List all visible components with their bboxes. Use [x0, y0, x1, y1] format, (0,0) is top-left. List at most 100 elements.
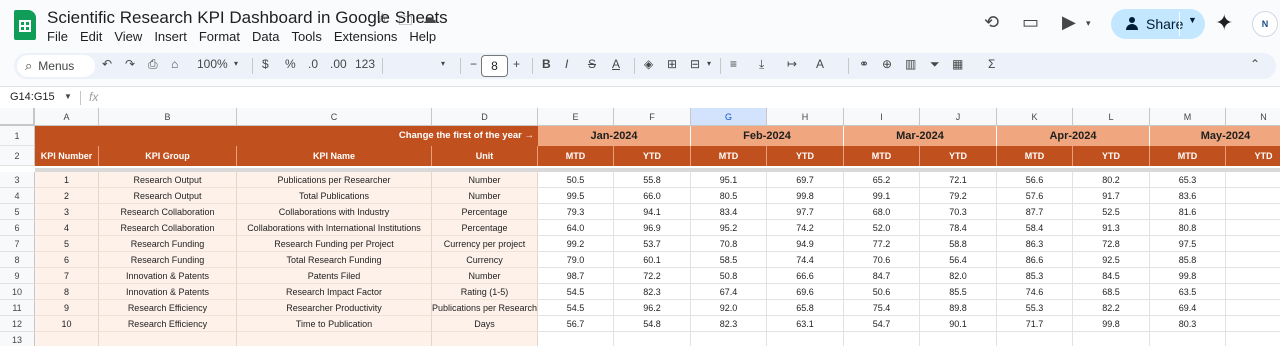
value-cell[interactable]: 57.7: [1226, 268, 1280, 284]
empty-cell[interactable]: [767, 332, 844, 346]
kpi-name-cell[interactable]: Total Publications: [237, 188, 432, 204]
name-box[interactable]: G14:G15: [10, 91, 55, 103]
share-button[interactable]: Share ▼: [1111, 9, 1205, 39]
menu-help[interactable]: Help: [409, 29, 436, 44]
value-cell[interactable]: 80.5: [691, 188, 767, 204]
row-header-7[interactable]: 7: [0, 236, 35, 252]
zoom-caret-icon[interactable]: ▾: [234, 59, 238, 68]
menu-tools[interactable]: Tools: [291, 29, 321, 44]
kpi-group-cell[interactable]: Innovation & Patents: [99, 268, 237, 284]
column-header-a[interactable]: A: [35, 108, 99, 126]
kpi-group-cell[interactable]: Research Collaboration: [99, 220, 237, 236]
menu-file[interactable]: File: [47, 29, 68, 44]
value-cell[interactable]: 56.7: [538, 316, 614, 332]
value-cell[interactable]: 81.6: [1150, 204, 1226, 220]
value-cell[interactable]: 85.5: [920, 284, 997, 300]
menu-edit[interactable]: Edit: [80, 29, 102, 44]
value-cell[interactable]: 90.1: [920, 316, 997, 332]
name-box-caret-icon[interactable]: ▼: [64, 92, 72, 101]
fill-color-icon[interactable]: ◈: [644, 57, 653, 71]
row-header-3[interactable]: 3: [0, 172, 35, 188]
column-header-m[interactable]: M: [1150, 108, 1226, 126]
unit-cell[interactable]: Percentage: [432, 204, 538, 220]
decrease-decimal-button[interactable]: .0: [308, 57, 318, 71]
kpi-name-cell[interactable]: Collaborations with International Instit…: [237, 220, 432, 236]
value-cell[interactable]: 65.2: [844, 172, 920, 188]
value-cell[interactable]: 97.5: [1226, 220, 1280, 236]
share-caret-icon[interactable]: ▼: [1188, 15, 1197, 25]
value-cell[interactable]: 80.2: [1073, 172, 1150, 188]
filter-views-icon[interactable]: ▦: [952, 57, 963, 71]
value-cell[interactable]: 54.7: [844, 316, 920, 332]
kpi-group-cell[interactable]: Research Collaboration: [99, 204, 237, 220]
borders-icon[interactable]: ⊞: [667, 57, 677, 71]
value-cell[interactable]: 72.1: [920, 172, 997, 188]
bold-icon[interactable]: B: [542, 57, 551, 71]
undo-icon[interactable]: ↶: [102, 57, 112, 71]
value-cell[interactable]: 50.5: [538, 172, 614, 188]
value-cell[interactable]: 58.8: [920, 236, 997, 252]
value-cell[interactable]: 70.3: [920, 204, 997, 220]
value-cell[interactable]: 50.6: [844, 284, 920, 300]
row-header-1[interactable]: 1: [0, 126, 35, 146]
value-cell[interactable]: 65.8: [767, 300, 844, 316]
spreadsheet-grid[interactable]: A B C D E F G H I J K L M N 1 2 3 4 5 6 7 8 9 10 11 12 13 Change th…: [0, 108, 1280, 346]
column-header-b[interactable]: B: [99, 108, 237, 126]
zoom-select[interactable]: 100%: [197, 57, 228, 71]
insert-comment-icon[interactable]: ⊕: [882, 57, 892, 71]
value-cell[interactable]: 52.0: [844, 220, 920, 236]
value-cell[interactable]: 70.6: [844, 252, 920, 268]
value-cell[interactable]: 99.8: [767, 188, 844, 204]
merge-caret-icon[interactable]: ▾: [707, 59, 711, 68]
value-cell[interactable]: 50.8: [691, 268, 767, 284]
kpi-number-cell[interactable]: 3: [35, 204, 99, 220]
row-header-11[interactable]: 11: [0, 300, 35, 316]
kpi-number-cell[interactable]: 9: [35, 300, 99, 316]
column-header-h[interactable]: H: [767, 108, 844, 126]
value-cell[interactable]: 95.1: [691, 172, 767, 188]
horizontal-align-icon[interactable]: ≡: [730, 57, 737, 71]
value-cell[interactable]: 82.2: [1226, 172, 1280, 188]
menu-format[interactable]: Format: [199, 29, 240, 44]
paint-format-icon[interactable]: ⌂: [171, 57, 178, 71]
italic-icon[interactable]: I: [565, 57, 568, 71]
value-cell[interactable]: 65.3: [1150, 172, 1226, 188]
value-cell[interactable]: 92.5: [1073, 252, 1150, 268]
value-cell[interactable]: 75.4: [844, 300, 920, 316]
kpi-group-cell[interactable]: Research Efficiency: [99, 316, 237, 332]
unit-cell[interactable]: Currency: [432, 252, 538, 268]
functions-icon[interactable]: Σ: [988, 57, 995, 71]
kpi-name-cell[interactable]: Collaborations with Industry: [237, 204, 432, 220]
kpi-number-cell[interactable]: 6: [35, 252, 99, 268]
select-all-corner[interactable]: [0, 108, 35, 126]
unit-cell[interactable]: Number: [432, 268, 538, 284]
value-cell[interactable]: 83.6: [1150, 188, 1226, 204]
empty-cell[interactable]: [844, 332, 920, 346]
value-cell[interactable]: 60.4: [1226, 204, 1280, 220]
row-header-10[interactable]: 10: [0, 284, 35, 300]
kpi-name-cell[interactable]: Publications per Researcher: [237, 172, 432, 188]
column-header-j[interactable]: J: [920, 108, 997, 126]
text-wrap-icon[interactable]: ↦: [787, 57, 797, 71]
empty-cell[interactable]: [99, 332, 237, 346]
kpi-group-cell[interactable]: Innovation & Patents: [99, 284, 237, 300]
value-cell[interactable]: 60.1: [614, 252, 691, 268]
value-cell[interactable]: 98.7: [538, 268, 614, 284]
value-cell[interactable]: 82.0: [920, 268, 997, 284]
value-cell[interactable]: 80.8: [1150, 220, 1226, 236]
insert-link-icon[interactable]: ⚭: [859, 57, 869, 71]
value-cell[interactable]: 86.3: [997, 236, 1073, 252]
value-cell[interactable]: 97.7: [767, 204, 844, 220]
meet-icon[interactable]: ▶: [1062, 12, 1076, 33]
kpi-name-cell[interactable]: Researcher Productivity: [237, 300, 432, 316]
value-cell[interactable]: 55.8: [614, 172, 691, 188]
value-cell[interactable]: 54.8: [614, 316, 691, 332]
column-header-g[interactable]: G: [691, 108, 767, 126]
comments-icon[interactable]: ▭: [1022, 12, 1039, 33]
kpi-number-cell[interactable]: 7: [35, 268, 99, 284]
font-size-increase-icon[interactable]: +: [513, 57, 520, 71]
kpi-group-cell[interactable]: Research Funding: [99, 236, 237, 252]
sheets-logo-icon[interactable]: [14, 10, 36, 40]
value-cell[interactable]: 66.0: [614, 188, 691, 204]
unit-cell[interactable]: Rating (1-5): [432, 284, 538, 300]
